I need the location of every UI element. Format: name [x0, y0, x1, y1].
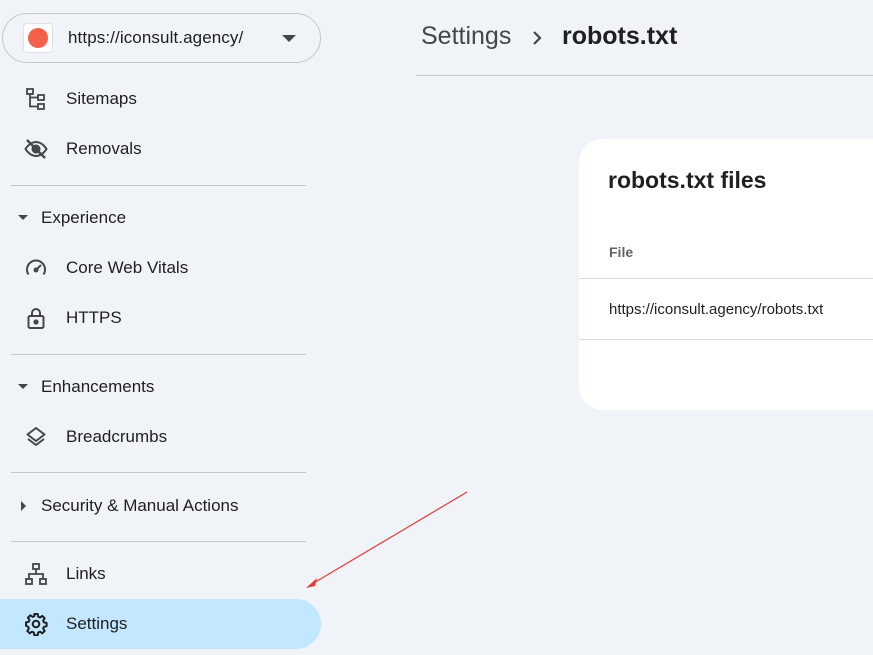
sidebar-item-sitemaps[interactable]: Sitemaps	[0, 74, 321, 124]
column-header-file: File	[609, 244, 634, 260]
sidebar-section-enhancements[interactable]: Enhancements	[0, 367, 321, 407]
sidebar-item-https[interactable]: HTTPS	[0, 293, 321, 343]
sidebar-item-settings[interactable]: Settings	[0, 599, 321, 649]
dropdown-caret-icon	[282, 35, 296, 42]
sidebar-item-breadcrumbs[interactable]: Breadcrumbs	[0, 412, 321, 462]
table-row[interactable]: https://iconsult.agency/robots.txt	[609, 301, 823, 318]
sidebar-item-label: Links	[66, 564, 106, 583]
sidebar-divider	[11, 472, 306, 473]
sidebar: https://iconsult.agency/ Sitemaps Remova…	[0, 0, 330, 655]
sidebar-section-experience[interactable]: Experience	[0, 198, 321, 238]
caret-right-icon	[21, 501, 26, 511]
lock-icon	[24, 306, 48, 330]
sidebar-item-label: Core Web Vitals	[66, 258, 189, 277]
sidebar-item-label: Removals	[66, 139, 142, 158]
breadcrumb: Settings robots.txt	[416, 0, 873, 76]
sidebar-divider	[11, 541, 306, 542]
links-icon	[24, 562, 48, 586]
gear-icon	[24, 612, 48, 636]
section-label: Security & Manual Actions	[41, 496, 239, 515]
sidebar-item-label: HTTPS	[66, 308, 122, 327]
table-divider	[579, 278, 873, 279]
sidebar-divider	[11, 185, 306, 186]
sidebar-item-label: Breadcrumbs	[66, 427, 168, 446]
sidebar-divider	[11, 354, 306, 355]
eye-off-icon	[24, 137, 48, 161]
card-title: robots.txt files	[608, 167, 767, 193]
sidebar-item-label: Settings	[66, 614, 128, 633]
section-label: Experience	[41, 208, 127, 227]
sidebar-section-security[interactable]: Security & Manual Actions	[0, 486, 321, 526]
caret-down-icon	[18, 384, 28, 389]
property-url: https://iconsult.agency/	[68, 28, 244, 47]
sidebar-item-core-web-vitals[interactable]: Core Web Vitals	[0, 243, 321, 293]
caret-down-icon	[18, 215, 28, 220]
sidebar-item-label: Sitemaps	[66, 89, 137, 108]
site-favicon-icon	[23, 23, 53, 53]
search-console-page: https://iconsult.agency/ Sitemaps Remova…	[0, 0, 873, 655]
sidebar-item-links[interactable]: Links	[0, 549, 321, 599]
robots-files-card: robots.txt files File https://iconsult.a…	[579, 139, 873, 410]
chevron-right-icon	[530, 26, 544, 50]
speedometer-icon	[24, 256, 48, 280]
sidebar-item-removals[interactable]: Removals	[0, 124, 321, 174]
table-divider	[579, 339, 873, 340]
breadcrumb-parent-link[interactable]: Settings	[421, 22, 511, 51]
sitemap-icon	[24, 87, 48, 111]
section-label: Enhancements	[41, 377, 155, 396]
layers-icon	[24, 425, 48, 449]
property-selector[interactable]: https://iconsult.agency/	[2, 13, 321, 63]
page-title: robots.txt	[562, 22, 678, 50]
